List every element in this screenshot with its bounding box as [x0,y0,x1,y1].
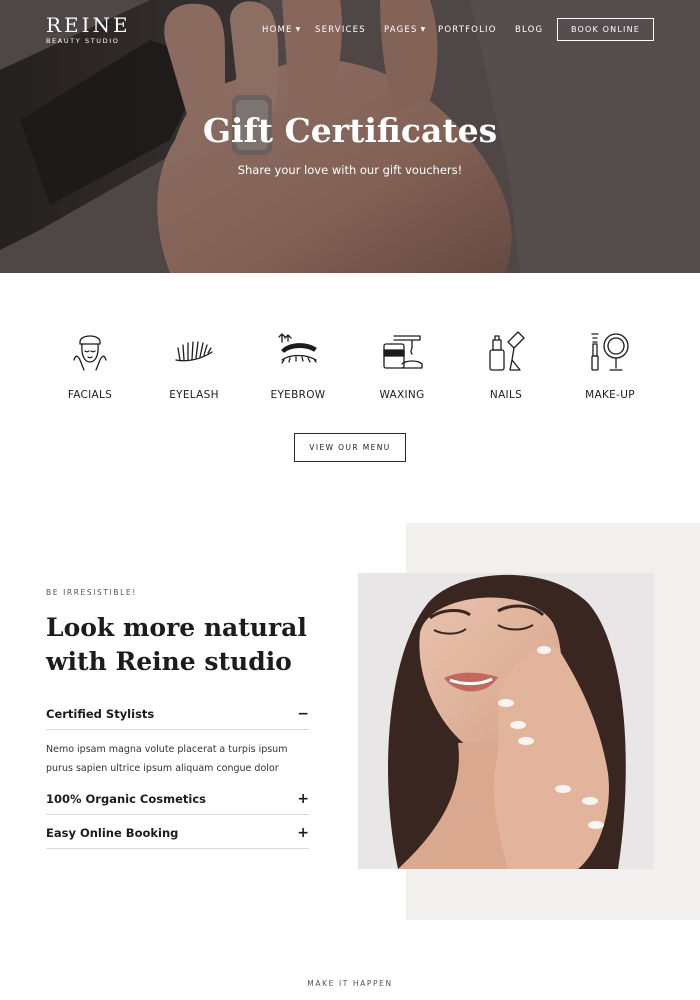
hero-subtitle: Share your love with our gift vouchers! [237,163,463,177]
nav-item-pages[interactable]: PAGES ▼ [384,24,426,36]
eyelash-icon [175,341,213,362]
nav-item-label: HOME [262,25,293,35]
service-eyebrow[interactable]: EYEBROW [246,330,350,401]
accordion-title: 100% Organic Cosmetics [46,792,206,806]
accordion-header[interactable]: Certified Stylists − [46,706,309,722]
service-eyelash[interactable]: EYELASH [142,330,246,401]
makeup-mirror-icon [591,333,629,371]
book-online-button[interactable]: BOOK ONLINE [557,18,654,41]
service-label: FACIALS [67,389,113,401]
divider [46,729,309,730]
nav-item-services[interactable]: SERVICES [315,24,366,36]
service-label: EYEBROW [270,389,326,401]
hero-title: Gift Certificates [202,111,498,150]
service-waxing[interactable]: WAXING [350,330,454,401]
section-title: Look more natural with Reine studio [46,613,307,676]
nav-item-home[interactable]: HOME ▼ [262,24,301,36]
brand-tagline: BEAUTY STUDIO [46,37,120,45]
service-facials[interactable]: FACIALS [38,330,142,401]
section-eyebrow: BE IRRESISTIBLE! [46,588,137,597]
accordion-item-online-booking[interactable]: Easy Online Booking + [46,825,309,849]
view-menu-button[interactable]: VIEW OUR MENU [294,433,406,462]
next-section-eyebrow: MAKE IT HAPPEN [307,979,393,988]
nav-item-portfolio[interactable]: PORTFOLIO [438,24,497,36]
nail-polish-icon [489,331,525,371]
service-makeup[interactable]: MAKE-UP [558,330,662,401]
nav-item-label: SERVICES [315,25,366,35]
accordion-body: Nemo ipsam magna volute placerat a turpi… [46,744,288,774]
facial-icon [73,335,107,371]
chevron-down-icon: ▼ [295,26,302,33]
woman-portrait-image [358,573,654,869]
plus-icon[interactable]: + [297,791,309,807]
service-label: NAILS [489,389,523,401]
nav-item-blog[interactable]: BLOG [515,24,543,36]
service-nails[interactable]: NAILS [454,330,558,401]
accordion-item-organic-cosmetics[interactable]: 100% Organic Cosmetics + [46,791,309,815]
divider [46,848,309,849]
divider [46,814,309,815]
nav-item-label: PORTFOLIO [438,25,497,35]
service-label: WAXING [379,389,425,401]
accordion-header[interactable]: Easy Online Booking + [46,825,309,841]
model-photo [358,573,654,869]
hero-banner: REINE BEAUTY STUDIO HOME ▼ SERVICES PAGES… [0,0,700,273]
chevron-down-icon: ▼ [420,26,427,33]
accordion-header[interactable]: 100% Organic Cosmetics + [46,791,309,807]
eyebrow-icon [278,333,317,364]
plus-icon[interactable]: + [297,825,309,841]
accordion-title: Certified Stylists [46,707,155,721]
accordion-title: Easy Online Booking [46,826,179,840]
waxing-icon [383,335,423,369]
nav-item-label: BLOG [515,25,544,35]
minus-icon[interactable]: − [297,706,309,722]
service-label: MAKE-UP [585,389,635,401]
service-label: EYELASH [169,389,219,401]
accordion-item-certified-stylists[interactable]: Certified Stylists − [46,706,309,730]
nav-item-label: PAGES [384,25,418,35]
